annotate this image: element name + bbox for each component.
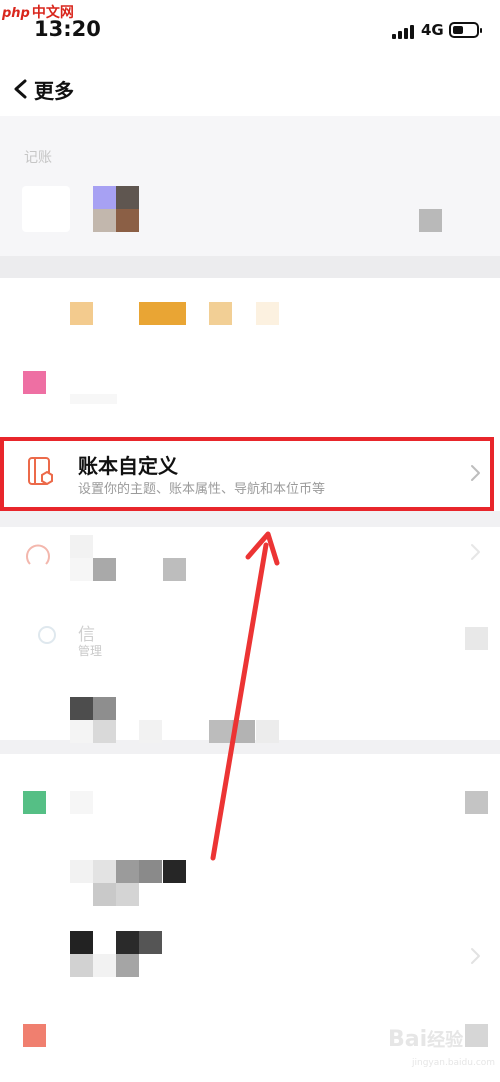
mosaic-block <box>256 302 279 325</box>
mosaic-block <box>22 186 70 232</box>
chevron-right-icon <box>471 544 480 560</box>
mosaic-block <box>93 720 116 743</box>
mosaic-block <box>70 697 93 720</box>
row-icon <box>23 371 46 394</box>
mosaic-block <box>70 535 93 558</box>
mosaic-block <box>465 1024 488 1047</box>
notebook-customize-icon <box>28 457 53 486</box>
status-time: 13:20 <box>34 17 101 41</box>
mosaic-block <box>116 883 139 906</box>
mosaic-block <box>93 209 116 232</box>
mosaic-block <box>93 954 116 977</box>
mosaic-block <box>70 720 93 743</box>
section-divider <box>0 256 500 278</box>
mosaic-block <box>139 720 162 743</box>
row-icon <box>23 791 46 814</box>
signal-icon <box>392 25 414 39</box>
mosaic-block <box>70 558 93 581</box>
mosaic-block <box>70 860 93 883</box>
mosaic-block <box>209 302 232 325</box>
row-subtitle: 设置你的主题、账本属性、导航和本位币等 <box>78 482 326 497</box>
section-divider <box>0 511 500 527</box>
mosaic-block <box>70 394 117 404</box>
mosaic-block <box>139 302 186 325</box>
section-background <box>0 116 500 256</box>
mosaic-block <box>163 860 186 883</box>
mosaic-block <box>70 954 93 977</box>
mosaic-block <box>139 931 162 954</box>
page-title: 更多 <box>34 79 74 103</box>
mosaic-block <box>163 558 186 581</box>
settings-row-ledger-customize[interactable] <box>0 437 494 511</box>
back-icon[interactable] <box>12 78 32 100</box>
gauge-icon <box>26 544 50 565</box>
mosaic-block <box>70 791 93 814</box>
mosaic-block <box>93 186 116 209</box>
mosaic-block <box>93 883 116 906</box>
watermark-logo: Bai经验 <box>388 1027 464 1052</box>
mosaic-block <box>116 931 139 954</box>
mosaic-block <box>70 302 93 325</box>
mosaic-block <box>465 627 488 650</box>
chevron-right-icon <box>471 948 480 964</box>
watermark-url: jingyan.baidu.com <box>412 1058 496 1068</box>
mosaic-block <box>116 186 139 209</box>
info-icon <box>38 626 56 644</box>
mosaic-block <box>232 720 255 743</box>
row-title: 账本自定义 <box>78 454 178 478</box>
mosaic-block <box>116 954 139 977</box>
mosaic-block <box>209 720 232 743</box>
mosaic-block <box>116 860 139 883</box>
mosaic-block <box>465 791 488 814</box>
mosaic-block <box>70 931 93 954</box>
row-background <box>0 348 500 437</box>
row-subtitle: 管理 <box>78 644 103 658</box>
mosaic-block <box>116 209 139 232</box>
row-icon <box>23 1024 46 1047</box>
chevron-right-icon <box>471 465 480 481</box>
mosaic-block <box>256 720 279 743</box>
mosaic-block <box>93 697 116 720</box>
mosaic-block <box>93 558 116 581</box>
network-type: 4G <box>421 21 444 39</box>
battery-icon <box>449 22 482 38</box>
mosaic-block <box>419 209 442 232</box>
mosaic-block <box>93 860 116 883</box>
section-label: 记账 <box>24 150 52 166</box>
mosaic-block <box>139 860 162 883</box>
